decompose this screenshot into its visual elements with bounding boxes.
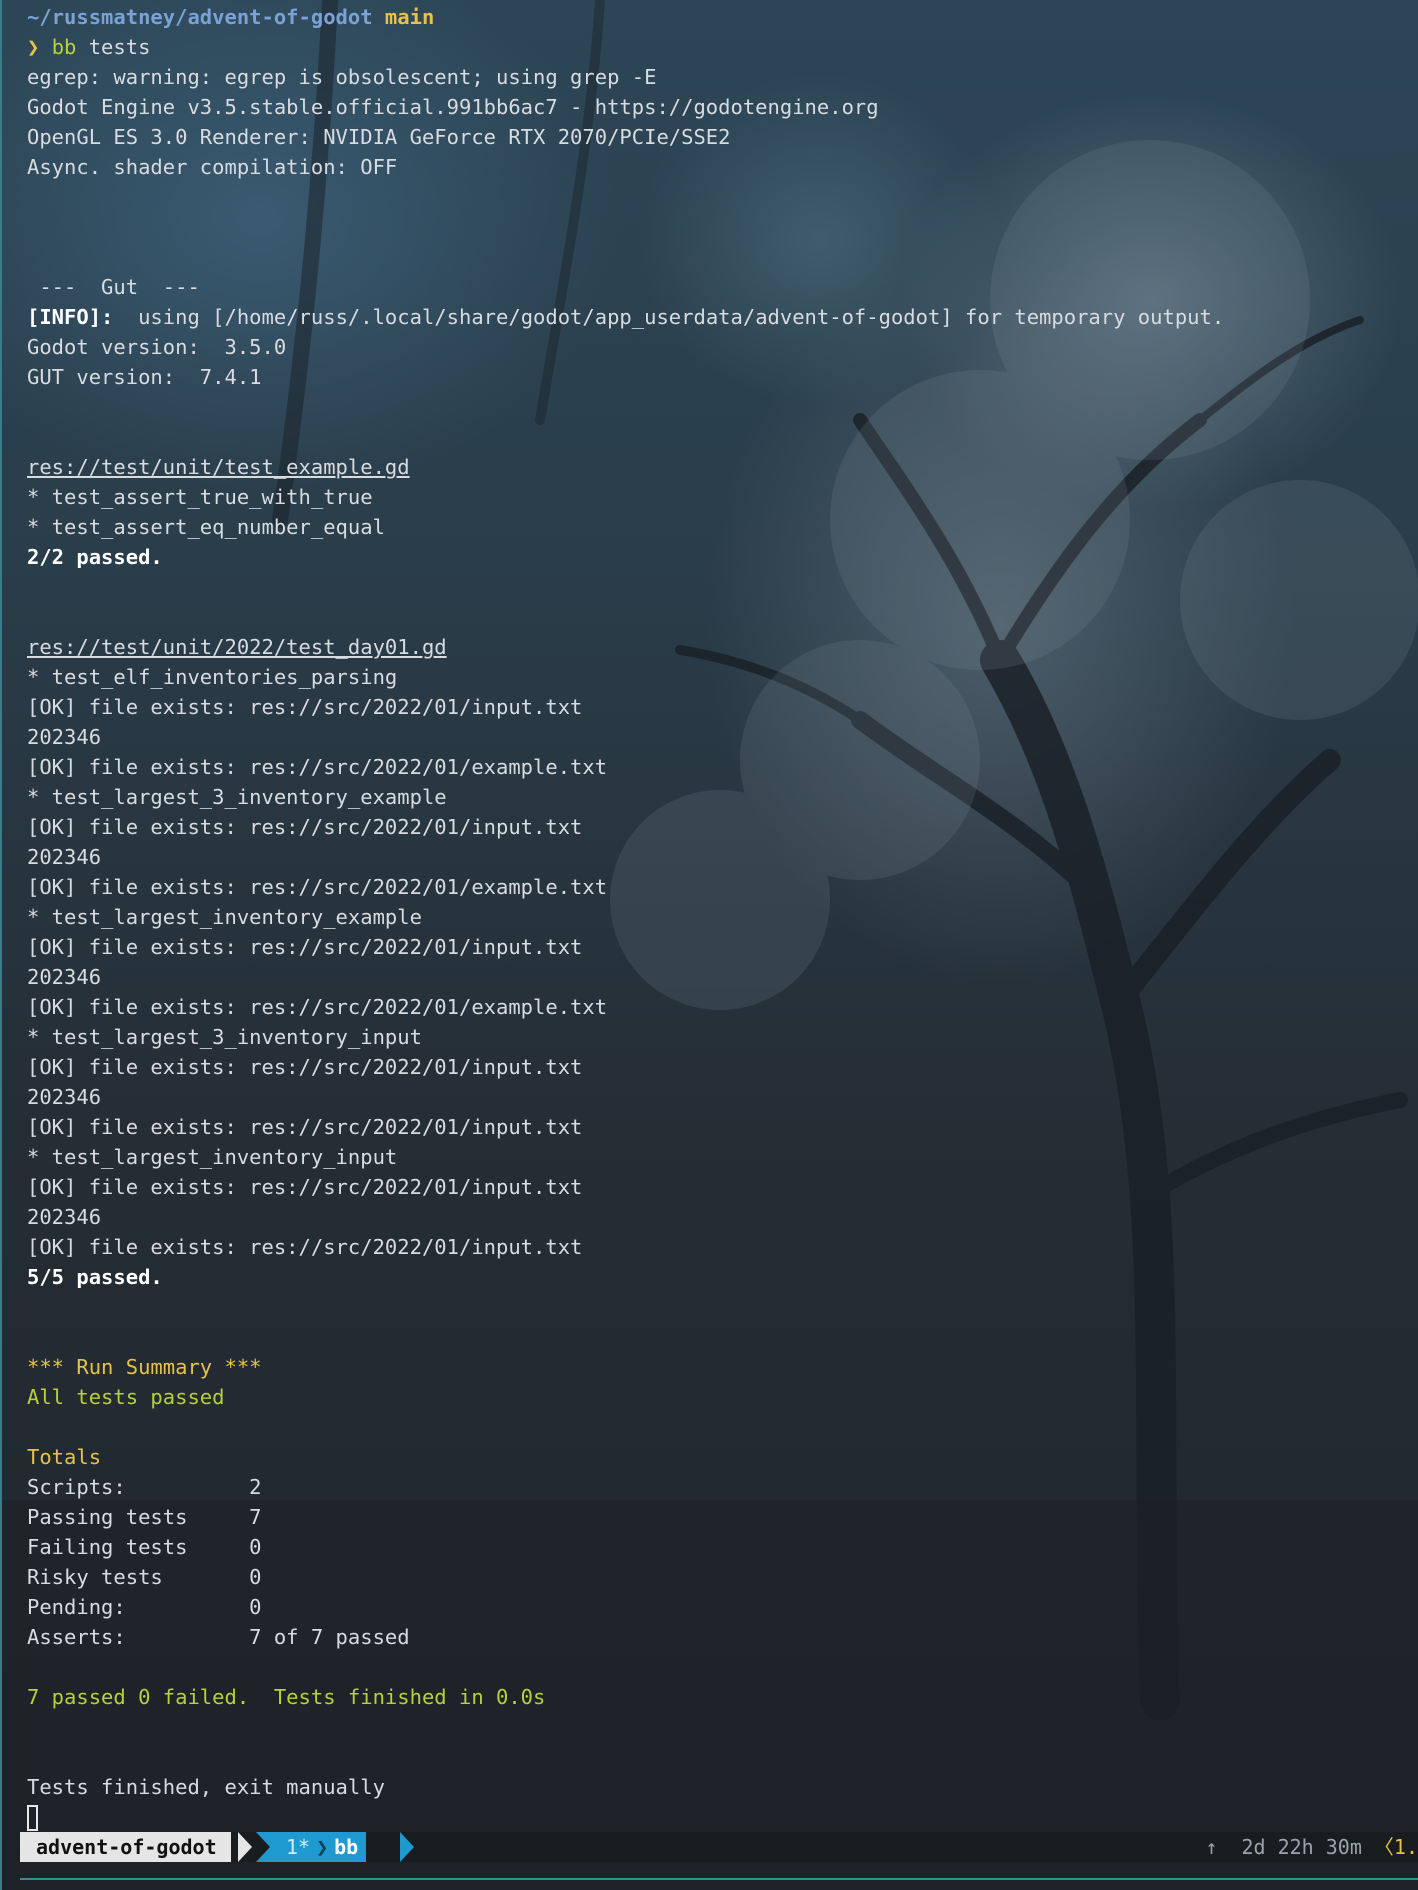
gut-header: --- Gut --- bbox=[27, 275, 200, 299]
terminal-cursor[interactable] bbox=[27, 1805, 38, 1831]
command-args: tests bbox=[88, 35, 151, 59]
test-output-line: * test_largest_3_inventory_example bbox=[27, 785, 447, 809]
uptime-info: ↑ 2d 22h 30m bbox=[1205, 1835, 1374, 1859]
prompt-header: ~/russmatney/advent-of-godot main bbox=[27, 2, 1418, 32]
test-output-line: [OK] file exists: res://src/2022/01/exam… bbox=[27, 875, 608, 899]
session-name[interactable]: advent-of-godot bbox=[20, 1832, 231, 1862]
gut-version-line: GUT version: 7.4.1 bbox=[27, 365, 262, 389]
test-output-line: 202346 bbox=[27, 1085, 102, 1109]
test-output-line: [OK] file exists: res://src/2022/01/inpu… bbox=[27, 815, 583, 839]
summary-status: All tests passed bbox=[27, 1385, 225, 1409]
test-output-line: * test_elf_inventories_parsing bbox=[27, 665, 398, 689]
egrep-warning: egrep: warning: egrep is obsolescent; us… bbox=[27, 65, 657, 89]
powerline-separator-icon bbox=[238, 1832, 252, 1862]
final-result-line: 7 passed 0 failed. Tests finished in 0.0… bbox=[27, 1685, 546, 1709]
terminal-window[interactable]: ~/russmatney/advent-of-godot main ❯ bb t… bbox=[0, 0, 1418, 1890]
test-output-line: [OK] file exists: res://src/2022/01/inpu… bbox=[27, 1055, 583, 1079]
totals-row: Asserts: 7 of 7 passed bbox=[27, 1625, 410, 1649]
pane-border bbox=[20, 1878, 1418, 1880]
terminal-output: ~/russmatney/advent-of-godot main ❯ bb t… bbox=[27, 2, 1418, 1832]
test-output-line: * test_largest_3_inventory_input bbox=[27, 1025, 422, 1049]
test-output-line: [OK] file exists: res://src/2022/01/inpu… bbox=[27, 1235, 583, 1259]
input-line[interactable] bbox=[27, 1802, 1418, 1832]
script-path: res://test/unit/test_example.gd bbox=[27, 455, 410, 479]
test-output-line: [OK] file exists: res://src/2022/01/exam… bbox=[27, 755, 608, 779]
command-line: ❯ bb tests bbox=[27, 32, 1418, 62]
test-output-line: [OK] file exists: res://src/2022/01/exam… bbox=[27, 995, 608, 1019]
window-index: 1* bbox=[286, 1835, 311, 1859]
engine-version-line: Godot Engine v3.5.stable.official.991bb6… bbox=[27, 95, 879, 119]
info-tag: [INFO]: bbox=[27, 305, 114, 329]
summary-header: *** Run Summary *** bbox=[27, 1355, 262, 1379]
powerline-separator-icon bbox=[256, 1832, 270, 1862]
test-name: * test_assert_true_with_true bbox=[27, 485, 373, 509]
info-line: [INFO]: using [/home/russ/.local/share/g… bbox=[27, 302, 1418, 332]
async-shader-line: Async. shader compilation: OFF bbox=[27, 155, 398, 179]
test-output-line: [OK] file exists: res://src/2022/01/inpu… bbox=[27, 935, 583, 959]
test-output-line: 202346 bbox=[27, 725, 102, 749]
status-right: ↑ 2d 22h 30m 〈1. bbox=[1205, 1832, 1418, 1862]
exit-message: Tests finished, exit manually bbox=[27, 1775, 385, 1799]
prompt-symbol-icon: ❯ bbox=[27, 35, 40, 59]
test-output-line: * test_largest_inventory_input bbox=[27, 1145, 398, 1169]
test-output-line: [OK] file exists: res://src/2022/01/inpu… bbox=[27, 1175, 583, 1199]
git-branch: main bbox=[384, 5, 435, 29]
totals-row: Passing tests 7 bbox=[27, 1505, 262, 1529]
totals-row: Pending: 0 bbox=[27, 1595, 262, 1619]
script-path: res://test/unit/2022/test_day01.gd bbox=[27, 635, 447, 659]
test-name: * test_assert_eq_number_equal bbox=[27, 515, 385, 539]
script-result: 5/5 passed. bbox=[27, 1265, 163, 1289]
totals-row: Failing tests 0 bbox=[27, 1535, 262, 1559]
test-output-line: [OK] file exists: res://src/2022/01/inpu… bbox=[27, 1115, 583, 1139]
tmux-status-bar: advent-of-godot 1* ❯ bb ↑ 2d 22h 30m 〈1. bbox=[20, 1832, 1418, 1862]
powerline-separator-icon bbox=[400, 1832, 414, 1862]
totals-row: Risky tests 0 bbox=[27, 1565, 262, 1589]
test-output-line: 202346 bbox=[27, 1205, 102, 1229]
script-result: 2/2 passed. bbox=[27, 545, 163, 569]
cwd-path: ~/russmatney/advent-of-godot bbox=[27, 5, 373, 29]
info-text: using [/home/russ/.local/share/godot/app… bbox=[113, 305, 1225, 329]
renderer-line: OpenGL ES 3.0 Renderer: NVIDIA GeForce R… bbox=[27, 125, 731, 149]
command-name: bb bbox=[51, 35, 77, 59]
clock-segment: 〈1. bbox=[1373, 1835, 1418, 1859]
totals-header: Totals bbox=[27, 1445, 102, 1469]
test-output-line: 202346 bbox=[27, 965, 102, 989]
totals-row: Scripts: 2 bbox=[27, 1475, 262, 1499]
test-output-line: [OK] file exists: res://src/2022/01/inpu… bbox=[27, 695, 583, 719]
window-name: bb bbox=[334, 1835, 359, 1859]
window-tab-bb[interactable]: 1* ❯ bb bbox=[256, 1832, 367, 1862]
test-output-line: 202346 bbox=[27, 845, 102, 869]
chevron-right-icon: ❯ bbox=[316, 1835, 329, 1859]
test-output-line: * test_largest_inventory_example bbox=[27, 905, 422, 929]
godot-version-line: Godot version: 3.5.0 bbox=[27, 335, 287, 359]
